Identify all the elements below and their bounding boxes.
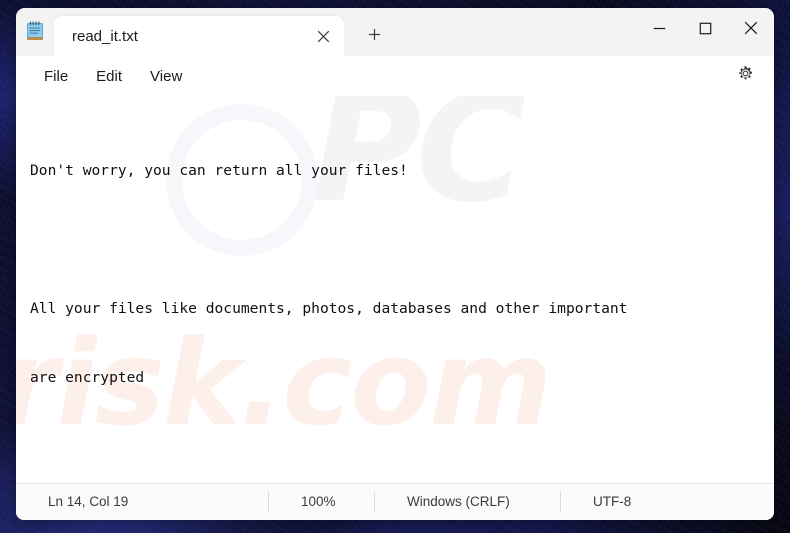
title-bar[interactable]: read_it.txt (16, 8, 774, 56)
menu-item-edit[interactable]: Edit (82, 63, 136, 90)
menu-item-file[interactable]: File (30, 63, 82, 90)
maximize-button[interactable] (682, 8, 728, 48)
status-line-ending[interactable]: Windows (CRLF) (375, 492, 560, 512)
gear-icon (737, 65, 754, 87)
tab-label: read_it.txt (72, 27, 138, 45)
new-tab-button[interactable] (358, 19, 390, 49)
notepad-icon (16, 8, 54, 56)
text-line: Don't worry, you can return all your fil… (30, 162, 408, 179)
close-window-button[interactable] (728, 8, 774, 48)
status-bar: Ln 14, Col 19 100% Windows (CRLF) UTF-8 (16, 483, 774, 520)
text-line (30, 435, 774, 458)
menu-item-view[interactable]: View (136, 63, 196, 90)
tab-strip: read_it.txt (54, 8, 636, 56)
document-text[interactable]: Don't worry, you can return all your fil… (16, 96, 774, 483)
menu-bar: File Edit View (16, 56, 774, 96)
notepad-window: read_it.txt File Edit View risk.com Don'… (16, 8, 774, 520)
close-tab-icon[interactable] (308, 22, 338, 50)
text-line (30, 228, 774, 251)
settings-button[interactable] (728, 61, 762, 91)
minimize-button[interactable] (636, 8, 682, 48)
status-cursor-position[interactable]: Ln 14, Col 19 (16, 492, 268, 512)
window-controls (636, 8, 774, 56)
text-line: All your files like documents, photos, d… (30, 300, 628, 317)
status-zoom-level[interactable]: 100% (269, 492, 374, 512)
text-editor-area[interactable]: PC risk.com Don't worry, you can return … (16, 96, 774, 483)
text-line: are encrypted (30, 369, 145, 386)
status-encoding[interactable]: UTF-8 (561, 492, 631, 512)
tab-read-it-txt[interactable]: read_it.txt (54, 16, 344, 56)
